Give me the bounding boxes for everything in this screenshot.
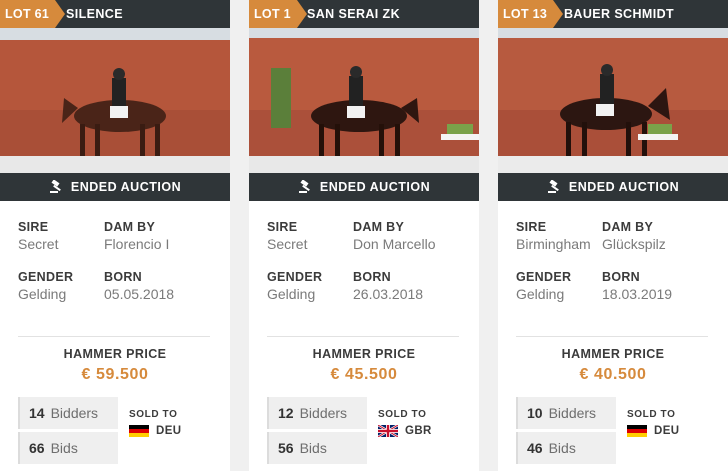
sire-label: SIRE	[267, 220, 298, 234]
horse-name[interactable]: BAUER SCHMIDT	[564, 0, 674, 28]
gender-field: GENDER Gelding	[516, 270, 571, 302]
hammer-price-label: HAMMER PRICE	[561, 347, 665, 361]
lot-number-badge: LOT 13	[498, 0, 564, 28]
bidders-count: 14 Bidders	[18, 397, 118, 429]
dam-field: DAM BY Glückspilz	[602, 220, 666, 252]
status-label: ENDED AUCTION	[319, 180, 431, 194]
divider	[18, 336, 210, 337]
bidders-number: 10	[527, 405, 543, 421]
bids-number: 56	[278, 440, 294, 456]
auction-status-bar: ENDED AUCTION	[498, 173, 728, 201]
born-value: 26.03.2018	[353, 286, 424, 302]
horse-name[interactable]: SILENCE	[66, 0, 123, 28]
hammer-price-value: € 45.500	[330, 366, 398, 383]
dam-value: Florencio I	[104, 236, 170, 252]
germany-flag-icon	[129, 425, 149, 437]
sire-value: Birmingham	[516, 236, 591, 252]
born-label: BORN	[104, 270, 143, 284]
sire-label: SIRE	[18, 220, 49, 234]
born-label: BORN	[602, 270, 641, 284]
gender-value: Gelding	[267, 286, 316, 302]
auction-card[interactable]: LOT 1 SAN SERAI ZK ENDED AUCTION SIRE Se…	[249, 0, 479, 471]
sire-value: Secret	[18, 236, 59, 252]
bids-count: 56 Bids	[267, 432, 367, 464]
hammer-price-value: € 59.500	[81, 366, 149, 383]
bidders-label: Bidders	[299, 405, 348, 421]
sire-field: SIRE Secret	[267, 220, 307, 252]
bids-number: 66	[29, 440, 45, 456]
gender-value: Gelding	[516, 286, 565, 302]
bids-label: Bids	[50, 440, 78, 456]
horse-photo[interactable]	[249, 28, 479, 173]
sold-to-label: SOLD TO	[129, 409, 178, 420]
gavel-icon	[547, 180, 559, 193]
born-label: BORN	[353, 270, 392, 284]
lot-header: LOT 13 BAUER SCHMIDT	[498, 0, 728, 28]
sire-label: SIRE	[516, 220, 547, 234]
lot-number-badge: LOT 61	[0, 0, 66, 28]
divider	[267, 336, 459, 337]
sire-field: SIRE Secret	[18, 220, 58, 252]
born-field: BORN 26.03.2018	[353, 270, 423, 302]
country-code: DEU	[156, 425, 182, 437]
gender-field: GENDER Gelding	[18, 270, 73, 302]
gender-label: GENDER	[516, 270, 572, 284]
bidders-number: 12	[278, 405, 294, 421]
born-value: 05.05.2018	[104, 286, 175, 302]
sold-to-country: DEU	[627, 425, 679, 437]
auction-card[interactable]: LOT 13 BAUER SCHMIDT ENDED AUCTION SIRE …	[498, 0, 728, 471]
sold-to-label: SOLD TO	[627, 409, 676, 420]
dam-label: DAM BY	[353, 220, 405, 234]
bidders-count: 12 Bidders	[267, 397, 367, 429]
bidders-number: 14	[29, 405, 45, 421]
sire-value: Secret	[267, 236, 308, 252]
auction-status-bar: ENDED AUCTION	[0, 173, 230, 201]
lot-header: LOT 1 SAN SERAI ZK	[249, 0, 479, 28]
country-code: GBR	[405, 425, 432, 437]
bids-label: Bids	[548, 440, 576, 456]
status-label: ENDED AUCTION	[70, 180, 182, 194]
dam-label: DAM BY	[602, 220, 654, 234]
hammer-price-label: HAMMER PRICE	[312, 347, 416, 361]
divider	[516, 336, 708, 337]
auction-card[interactable]: LOT 61 SILENCE ENDED AUCTION SIRE Secret…	[0, 0, 230, 471]
dam-value: Glückspilz	[602, 236, 666, 252]
gender-field: GENDER Gelding	[267, 270, 322, 302]
sire-field: SIRE Birmingham	[516, 220, 591, 252]
uk-flag-icon	[378, 425, 398, 437]
bids-label: Bids	[299, 440, 327, 456]
gender-value: Gelding	[18, 286, 67, 302]
born-field: BORN 18.03.2019	[602, 270, 672, 302]
horse-photo[interactable]	[498, 28, 728, 173]
gender-label: GENDER	[267, 270, 323, 284]
lot-header: LOT 61 SILENCE	[0, 0, 230, 28]
lot-number-badge: LOT 1	[249, 0, 307, 28]
bids-count: 66 Bids	[18, 432, 118, 464]
dam-field: DAM BY Don Marcello	[353, 220, 435, 252]
gender-label: GENDER	[18, 270, 74, 284]
bids-number: 46	[527, 440, 543, 456]
born-field: BORN 05.05.2018	[104, 270, 174, 302]
sold-to-country: DEU	[129, 425, 181, 437]
dam-label: DAM BY	[104, 220, 156, 234]
dam-field: DAM BY Florencio I	[104, 220, 169, 252]
horse-photo[interactable]	[0, 28, 230, 173]
hammer-price-value: € 40.500	[579, 366, 647, 383]
born-value: 18.03.2019	[602, 286, 673, 302]
status-label: ENDED AUCTION	[568, 180, 680, 194]
country-code: DEU	[654, 425, 680, 437]
bidders-label: Bidders	[548, 405, 597, 421]
gavel-icon	[298, 180, 310, 193]
dam-value: Don Marcello	[353, 236, 436, 252]
bidders-count: 10 Bidders	[516, 397, 616, 429]
bids-count: 46 Bids	[516, 432, 616, 464]
auction-status-bar: ENDED AUCTION	[249, 173, 479, 201]
bidders-label: Bidders	[50, 405, 99, 421]
gavel-icon	[49, 180, 61, 193]
germany-flag-icon	[627, 425, 647, 437]
horse-name[interactable]: SAN SERAI ZK	[307, 0, 400, 28]
sold-to-country: GBR	[378, 425, 432, 437]
sold-to-label: SOLD TO	[378, 409, 427, 420]
hammer-price-label: HAMMER PRICE	[63, 347, 167, 361]
